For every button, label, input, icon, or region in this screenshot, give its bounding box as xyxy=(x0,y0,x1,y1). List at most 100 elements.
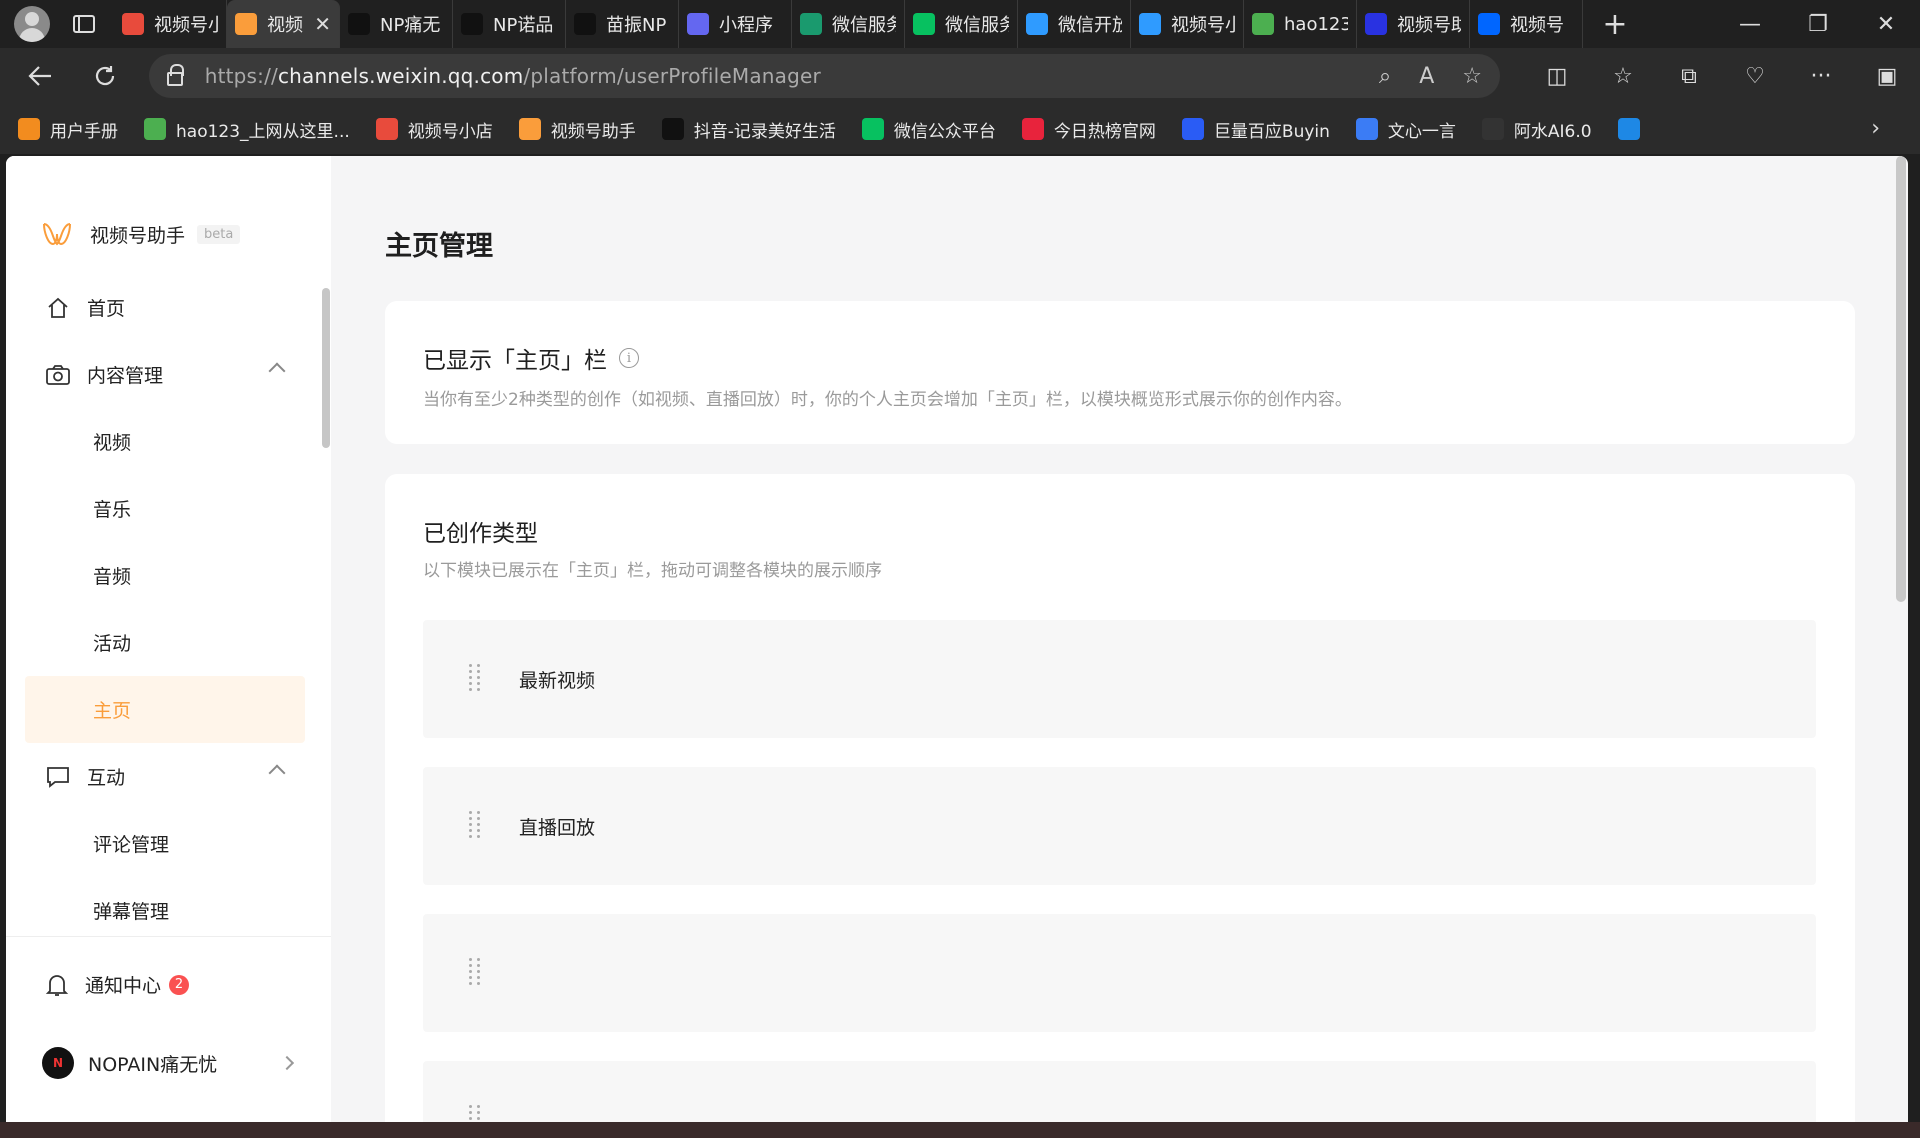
sidebar-item-label: 评论管理 xyxy=(93,834,170,856)
zoom-icon[interactable]: ⌕ xyxy=(1379,64,1391,89)
minimize-button[interactable]: — xyxy=(1716,0,1784,48)
tab-label: 微信服务 xyxy=(945,15,1009,36)
info-icon[interactable]: i xyxy=(619,348,639,368)
mall-icon xyxy=(122,13,144,35)
performance-icon[interactable]: ♡ xyxy=(1722,54,1788,98)
bookmark-item[interactable]: 抖音-记录美好生活 xyxy=(661,117,836,142)
collections-icon[interactable]: ⧉ xyxy=(1656,54,1722,98)
lock-icon[interactable] xyxy=(166,64,184,86)
tab-actions-icon xyxy=(73,15,95,33)
tab[interactable]: 小程序 xyxy=(679,0,792,48)
tab-label: 苗振NP xyxy=(606,15,667,36)
drag-handle-icon[interactable] xyxy=(469,811,481,841)
sidebar-item-label: 音乐 xyxy=(93,499,132,521)
card-title: 已显示「主页」栏 i xyxy=(423,341,639,375)
tiktok-icon xyxy=(348,13,370,35)
bookmark-item[interactable]: 巨量百应Buyin xyxy=(1181,117,1330,142)
bookmark-item[interactable]: 阿水AI6.0 xyxy=(1481,117,1592,142)
page-scrollbar[interactable] xyxy=(1896,156,1906,602)
tab[interactable]: 微信服务 xyxy=(905,0,1018,48)
card-description: 以下模块已展示在「主页」栏，拖动可调整各模块的展示顺序 xyxy=(423,561,882,581)
tab[interactable]: 视频号小 xyxy=(114,0,227,48)
sidebar-item[interactable]: 活动 xyxy=(25,609,305,676)
read-aloud-icon[interactable]: A xyxy=(1419,64,1434,89)
tab[interactable]: NP痛无 xyxy=(340,0,453,48)
tab[interactable]: NP诺品 xyxy=(453,0,566,48)
sidebar-item[interactable]: 评论管理 xyxy=(25,810,305,877)
sidebar-item[interactable]: 视频 xyxy=(25,408,305,475)
bookmark-item[interactable]: 视频号小店 xyxy=(375,117,493,142)
refresh-button[interactable] xyxy=(79,54,130,98)
draggable-module[interactable]: 最新视频 xyxy=(423,620,1816,738)
notification-center[interactable]: 通知中心 2 xyxy=(45,971,190,998)
sidebar-item[interactable]: 音乐 xyxy=(25,475,305,542)
taskbar-edge xyxy=(0,1122,1920,1138)
address-bar[interactable]: https://channels.weixin.qq.com/platform/… xyxy=(148,54,1500,98)
chevron-up-icon[interactable] xyxy=(268,362,286,380)
sidebar-item[interactable]: 音频 xyxy=(25,542,305,609)
sidebar-toggle-icon[interactable]: ▣ xyxy=(1854,54,1920,98)
s-icon xyxy=(1617,118,1640,140)
new-tab-button[interactable]: + xyxy=(1593,2,1637,46)
tab[interactable]: 微信服务 xyxy=(792,0,905,48)
tab-actions-button[interactable] xyxy=(62,4,106,44)
sidebar-item[interactable]: 主页 xyxy=(25,676,305,743)
tab[interactable]: 视频 ✕ xyxy=(227,0,340,48)
sidebar-scrollbar[interactable] xyxy=(322,288,330,448)
url-host: channels.weixin.qq.com xyxy=(277,64,524,88)
back-button[interactable] xyxy=(14,54,65,98)
brand[interactable]: 视频号助手 beta xyxy=(42,220,241,248)
tab-label: 视频号小 xyxy=(154,15,218,36)
tab[interactable]: 苗振NP xyxy=(566,0,679,48)
draggable-module[interactable] xyxy=(423,914,1816,1032)
hao123-icon xyxy=(1252,13,1274,35)
tab[interactable]: 视频号 xyxy=(1470,0,1583,48)
bookmark-item[interactable]: 微信公众平台 xyxy=(861,117,996,142)
more-options-icon[interactable]: ··· xyxy=(1788,54,1854,98)
bookmark-item[interactable]: 文心一言 xyxy=(1355,117,1456,142)
drag-handle-icon[interactable] xyxy=(469,958,481,988)
tab[interactable]: hao123 xyxy=(1244,0,1357,48)
chevron-up-icon[interactable] xyxy=(268,764,286,782)
b-icon xyxy=(1181,118,1204,140)
sidebar-item[interactable]: 互动 xyxy=(25,743,305,810)
tab-label: 微信服务 xyxy=(832,15,896,36)
sidebar-menu: 首页内容管理 视频音乐音频 活动主页互动评论管理弹幕管理 xyxy=(25,274,305,944)
drag-handle-icon[interactable] xyxy=(469,664,481,694)
bookmark-item[interactable]: 今日热榜官网 xyxy=(1021,117,1156,142)
bookmark-item[interactable]: hao123_上网从这里... xyxy=(144,117,350,142)
draggable-module[interactable] xyxy=(423,1061,1816,1122)
close-tab-icon[interactable]: ✕ xyxy=(308,12,331,36)
bookmark-label: 微信公众平台 xyxy=(893,121,996,142)
split-screen-icon[interactable]: ◫ xyxy=(1524,54,1590,98)
wechat-icon xyxy=(861,118,884,140)
tab[interactable]: 视频号助 xyxy=(1357,0,1470,48)
bookmark-item[interactable]: 视频号助手 xyxy=(518,117,636,142)
bookmark-item[interactable]: 用户手册 xyxy=(18,117,118,142)
tab-label: 小程序 xyxy=(719,15,773,36)
restore-button[interactable]: ❐ xyxy=(1784,0,1852,48)
draggable-module[interactable]: 直播回放 xyxy=(423,767,1816,885)
sidebar-item-label: 主页 xyxy=(93,700,132,722)
sidebar-item[interactable]: 内容管理 xyxy=(25,341,305,408)
chevron-right-icon[interactable]: › xyxy=(1871,116,1880,141)
account-switcher[interactable]: N NOPAIN痛无忧 xyxy=(42,1047,295,1079)
r-icon xyxy=(1021,118,1044,140)
bookmark-label: hao123_上网从这里... xyxy=(176,121,350,142)
favorites-icon[interactable]: ☆ xyxy=(1590,54,1656,98)
main-content: 主页管理 已显示「主页」栏 i 当你有至少2种类型的创作（如视频、直播回放）时，你… xyxy=(331,156,1908,1122)
sidebar-item[interactable]: 首页 xyxy=(25,274,305,341)
drag-handle-icon[interactable] xyxy=(469,1105,481,1122)
profile-avatar-icon[interactable] xyxy=(14,6,50,42)
sidebar-item[interactable]: 弹幕管理 xyxy=(25,877,305,944)
bookmark-label: 抖音-记录美好生活 xyxy=(693,121,836,142)
card-title: 已创作类型 xyxy=(423,521,538,547)
close-window-button[interactable]: ✕ xyxy=(1852,0,1920,48)
sidebar-item-label: 首页 xyxy=(87,298,126,320)
web-page: 视频号助手 beta 首页内容管理 视频音乐音频 活动主页互动评论管理弹幕管理 通知… xyxy=(6,156,1908,1122)
favorite-star-icon[interactable]: ☆ xyxy=(1462,64,1482,89)
bookmark-item[interactable] xyxy=(1617,118,1650,140)
url-text[interactable]: https://channels.weixin.qq.com/platform/… xyxy=(205,64,821,88)
tab[interactable]: 视频号小 xyxy=(1131,0,1244,48)
tab[interactable]: 微信开放 xyxy=(1018,0,1131,48)
